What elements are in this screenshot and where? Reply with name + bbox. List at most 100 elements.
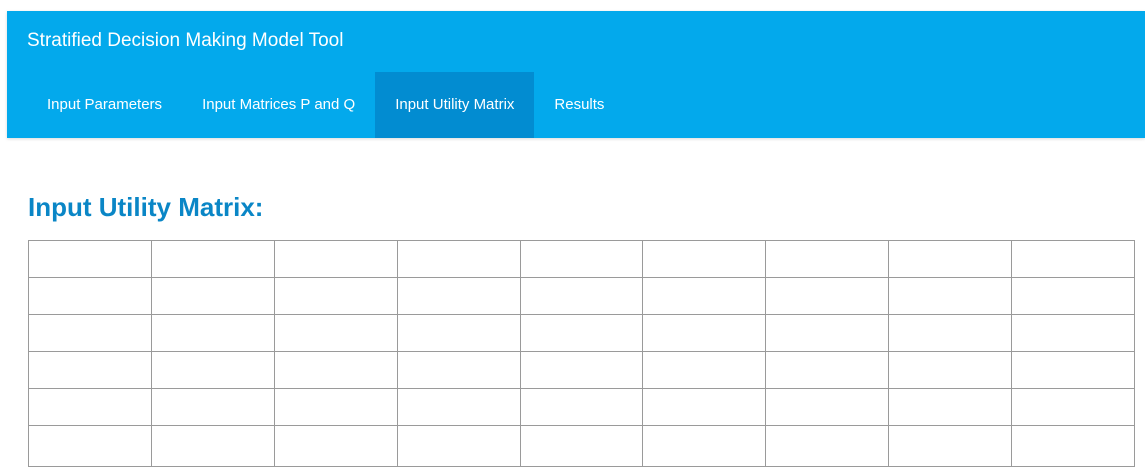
matrix-cell-input[interactable]: [151, 241, 274, 277]
matrix-cell-input[interactable]: [397, 241, 520, 277]
matrix-cell-input[interactable]: [397, 389, 520, 425]
matrix-cell: [519, 240, 644, 278]
matrix-cell: [150, 314, 275, 352]
matrix-cell-input[interactable]: [397, 278, 520, 314]
matrix-cell-input[interactable]: [766, 426, 889, 466]
matrix-cell: [1011, 240, 1135, 278]
matrix-cell: [765, 277, 890, 315]
matrix-cell: [765, 351, 890, 389]
matrix-cell: [642, 351, 767, 389]
matrix-cell: [150, 240, 275, 278]
matrix-cell-input[interactable]: [151, 315, 274, 351]
matrix-cell-input[interactable]: [520, 241, 643, 277]
matrix-cell: [28, 240, 152, 278]
matrix-row: [28, 388, 1135, 426]
matrix-cell-input[interactable]: [766, 389, 889, 425]
matrix-cell: [642, 277, 767, 315]
matrix-cell-input[interactable]: [151, 352, 274, 388]
page-title: Input Utility Matrix:: [28, 192, 264, 222]
tab-input-utility-matrix[interactable]: Input Utility Matrix: [375, 72, 535, 138]
matrix-cell-input[interactable]: [766, 278, 889, 314]
matrix-cell-input[interactable]: [274, 241, 397, 277]
matrix-cell-input[interactable]: [766, 241, 889, 277]
matrix-cell-input[interactable]: [1012, 426, 1134, 466]
tab-input-parameters[interactable]: Input Parameters: [27, 72, 182, 138]
matrix-cell: [1011, 351, 1135, 389]
matrix-cell-input[interactable]: [1012, 352, 1134, 388]
matrix-cell-input[interactable]: [643, 241, 766, 277]
matrix-cell-input[interactable]: [274, 278, 397, 314]
matrix-cell: [888, 277, 1012, 315]
matrix-cell: [28, 277, 152, 315]
matrix-cell: [765, 388, 890, 426]
matrix-cell-input[interactable]: [1012, 241, 1134, 277]
tab-results[interactable]: Results: [534, 72, 624, 138]
matrix-cell: [273, 277, 398, 315]
matrix-cell-input[interactable]: [889, 426, 1011, 466]
matrix-cell-input[interactable]: [151, 389, 274, 425]
matrix-cell-input[interactable]: [766, 315, 889, 351]
matrix-cell: [642, 314, 767, 352]
matrix-cell-input[interactable]: [151, 278, 274, 314]
matrix-row: [28, 314, 1135, 352]
matrix-cell-input[interactable]: [274, 352, 397, 388]
matrix-cell-input[interactable]: [520, 352, 643, 388]
matrix-cell: [28, 351, 152, 389]
matrix-cell-input[interactable]: [1012, 315, 1134, 351]
matrix-cell-input[interactable]: [274, 389, 397, 425]
matrix-cell: [1011, 425, 1135, 467]
matrix-cell-input[interactable]: [151, 426, 274, 466]
utility-matrix-grid: [28, 240, 1135, 467]
matrix-cell-input[interactable]: [29, 278, 151, 314]
matrix-cell: [519, 277, 644, 315]
matrix-cell-input[interactable]: [274, 426, 397, 466]
tab-input-matrices-p-and-q[interactable]: Input Matrices P and Q: [182, 72, 375, 138]
matrix-cell: [396, 277, 521, 315]
matrix-cell-input[interactable]: [520, 426, 643, 466]
matrix-cell-input[interactable]: [889, 315, 1011, 351]
app-title[interactable]: Stratified Decision Making Model Tool: [27, 30, 343, 52]
matrix-row: [28, 277, 1135, 315]
matrix-cell: [273, 388, 398, 426]
matrix-cell-input[interactable]: [643, 315, 766, 351]
matrix-cell-input[interactable]: [889, 352, 1011, 388]
matrix-cell: [1011, 277, 1135, 315]
matrix-cell-input[interactable]: [397, 426, 520, 466]
matrix-cell-input[interactable]: [274, 315, 397, 351]
matrix-cell: [396, 314, 521, 352]
matrix-cell: [150, 425, 275, 467]
matrix-cell-input[interactable]: [520, 315, 643, 351]
matrix-cell-input[interactable]: [29, 426, 151, 466]
matrix-cell-input[interactable]: [520, 278, 643, 314]
matrix-cell-input[interactable]: [643, 352, 766, 388]
matrix-cell: [519, 425, 644, 467]
matrix-cell: [642, 388, 767, 426]
matrix-cell: [888, 351, 1012, 389]
matrix-cell-input[interactable]: [643, 278, 766, 314]
matrix-cell: [765, 314, 890, 352]
matrix-cell: [396, 425, 521, 467]
matrix-cell-input[interactable]: [643, 389, 766, 425]
matrix-cell-input[interactable]: [643, 426, 766, 466]
matrix-cell-input[interactable]: [766, 352, 889, 388]
matrix-cell-input[interactable]: [397, 315, 520, 351]
matrix-cell: [765, 425, 890, 467]
matrix-cell-input[interactable]: [29, 352, 151, 388]
matrix-cell: [396, 388, 521, 426]
matrix-cell: [765, 240, 890, 278]
matrix-cell-input[interactable]: [889, 241, 1011, 277]
matrix-cell: [150, 388, 275, 426]
matrix-cell-input[interactable]: [1012, 278, 1134, 314]
matrix-cell-input[interactable]: [29, 241, 151, 277]
matrix-cell-input[interactable]: [29, 389, 151, 425]
matrix-cell-input[interactable]: [397, 352, 520, 388]
matrix-cell-input[interactable]: [889, 278, 1011, 314]
matrix-cell: [273, 240, 398, 278]
matrix-cell-input[interactable]: [29, 315, 151, 351]
top-navbar: Stratified Decision Making Model Tool In…: [7, 11, 1145, 138]
matrix-cell: [273, 314, 398, 352]
matrix-cell-input[interactable]: [889, 389, 1011, 425]
matrix-cell-input[interactable]: [1012, 389, 1134, 425]
matrix-cell: [273, 425, 398, 467]
matrix-cell-input[interactable]: [520, 389, 643, 425]
